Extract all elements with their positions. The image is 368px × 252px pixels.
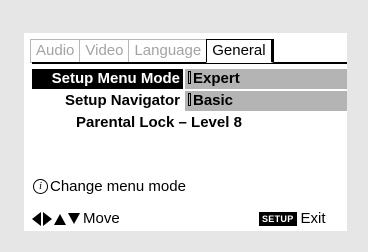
exit-label[interactable]: Exit <box>301 210 326 227</box>
option-marker-icon <box>188 93 191 106</box>
menu-item-setup-navigator[interactable]: Setup Navigator <box>32 91 183 111</box>
tab-language[interactable]: Language <box>128 39 208 63</box>
move-hint: Move <box>32 210 120 227</box>
arrow-down-icon <box>68 212 80 224</box>
info-text: Change menu mode <box>50 178 186 195</box>
option-label: Expert <box>193 70 240 87</box>
option-marker-icon <box>188 71 191 84</box>
tab-bar: Audio Video Language General <box>30 39 274 63</box>
option-basic[interactable]: Basic <box>185 91 347 111</box>
option-expert[interactable]: Expert <box>185 69 347 89</box>
arrow-right-icon <box>43 211 52 226</box>
arrow-up-icon <box>54 213 66 225</box>
option-label: Basic <box>193 92 234 109</box>
tab-underline <box>32 62 347 64</box>
tab-general[interactable]: General <box>206 39 274 63</box>
info-icon: i <box>33 179 48 194</box>
info-line: i Change menu mode <box>33 178 186 195</box>
setup-key-badge: SETUP <box>259 211 297 226</box>
arrow-left-icon <box>32 211 41 226</box>
exit-hint: SETUP Exit <box>259 210 326 227</box>
menu-item-parental-lock[interactable]: Parental Lock – Level 8 <box>76 113 242 133</box>
menu-item-setup-menu-mode[interactable]: Setup Menu Mode <box>32 69 183 89</box>
tab-video[interactable]: Video <box>79 39 130 63</box>
tab-audio[interactable]: Audio <box>30 39 81 63</box>
move-label: Move <box>83 210 120 227</box>
setup-panel: Audio Video Language General Setup Menu … <box>24 33 347 231</box>
